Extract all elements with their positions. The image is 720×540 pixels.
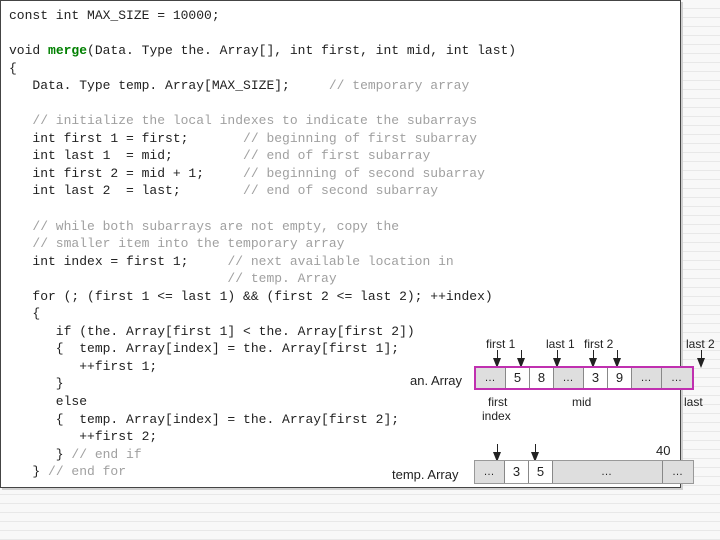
code-line: if (the. Array[first 1] < the. Array[fir… bbox=[9, 324, 415, 339]
cell: 3 bbox=[505, 461, 529, 483]
code-line: void bbox=[9, 43, 48, 58]
code-line: } bbox=[9, 447, 71, 462]
code-line: int last 2 = last; bbox=[9, 183, 243, 198]
label-index: index bbox=[482, 408, 511, 424]
code-comment: // end of first subarray bbox=[243, 148, 430, 163]
page-number: 40 bbox=[656, 442, 670, 460]
diagram: first 1 last 1 first 2 last 2 an. Array … bbox=[422, 336, 720, 524]
code-line: { temp. Array[index] = the. Array[first … bbox=[9, 412, 399, 427]
label-last: last bbox=[684, 394, 703, 410]
code-line: int index = first 1; bbox=[9, 254, 227, 269]
temp-array-row: … 3 5 … … bbox=[474, 460, 694, 484]
cell: 5 bbox=[529, 461, 553, 483]
cell-dots: … bbox=[476, 368, 506, 388]
label-anarray: an. Array bbox=[410, 372, 462, 390]
cell: 9 bbox=[608, 368, 632, 388]
cell: 8 bbox=[530, 368, 554, 388]
code-line: { temp. Array[index] = the. Array[first … bbox=[9, 341, 399, 356]
code-line: Data. Type temp. Array[MAX_SIZE]; bbox=[9, 78, 329, 93]
code-line: } bbox=[9, 464, 48, 479]
code-comment: // smaller item into the temporary array bbox=[9, 236, 344, 251]
cell: 5 bbox=[506, 368, 530, 388]
code-line: } bbox=[9, 376, 64, 391]
code-line: else bbox=[9, 394, 87, 409]
code-line: int last 1 = mid; bbox=[9, 148, 243, 163]
code-comment: // end of second subarray bbox=[243, 183, 438, 198]
label-last1: last 1 bbox=[546, 336, 575, 352]
code-comment: // temp. Array bbox=[9, 271, 337, 286]
code-comment: // next available location in bbox=[227, 254, 453, 269]
code-line: for (; (first 1 <= last 1) && (first 2 <… bbox=[9, 289, 493, 304]
cell-dots: … bbox=[554, 368, 584, 388]
code-line: { bbox=[9, 61, 17, 76]
cell-dots: … bbox=[662, 368, 692, 388]
code-line: int first 1 = first; bbox=[9, 131, 243, 146]
merge-keyword: merge bbox=[48, 43, 87, 58]
cell-dots: … bbox=[632, 368, 662, 388]
cell-dots: … bbox=[553, 461, 663, 483]
label-mid: mid bbox=[572, 394, 591, 410]
code-comment: // while both subarrays are not empty, c… bbox=[9, 219, 399, 234]
code-line: { bbox=[9, 306, 40, 321]
code-line: (Data. Type the. Array[], int first, int… bbox=[87, 43, 516, 58]
code-comment: // temporary array bbox=[329, 78, 469, 93]
label-first2: first 2 bbox=[584, 336, 613, 352]
arrow-down-icon bbox=[697, 358, 705, 368]
cell-dots: … bbox=[663, 461, 693, 483]
code-line: ++first 1; bbox=[9, 359, 157, 374]
code-comment: // end if bbox=[71, 447, 141, 462]
code-comment: // beginning of first subarray bbox=[243, 131, 477, 146]
code-line: const int MAX_SIZE = 10000; bbox=[9, 8, 220, 23]
cell: 3 bbox=[584, 368, 608, 388]
code-line: ++first 2; bbox=[9, 429, 157, 444]
cell-dots: … bbox=[475, 461, 505, 483]
an-array-row: … 5 8 … 3 9 … … bbox=[474, 366, 694, 390]
label-first1: first 1 bbox=[486, 336, 515, 352]
label-temparray: temp. Array bbox=[392, 466, 458, 484]
code-comment: // beginning of second subarray bbox=[243, 166, 485, 181]
code-comment: // end for bbox=[48, 464, 126, 479]
code-line: int first 2 = mid + 1; bbox=[9, 166, 243, 181]
code-comment: // initialize the local indexes to indic… bbox=[9, 113, 477, 128]
